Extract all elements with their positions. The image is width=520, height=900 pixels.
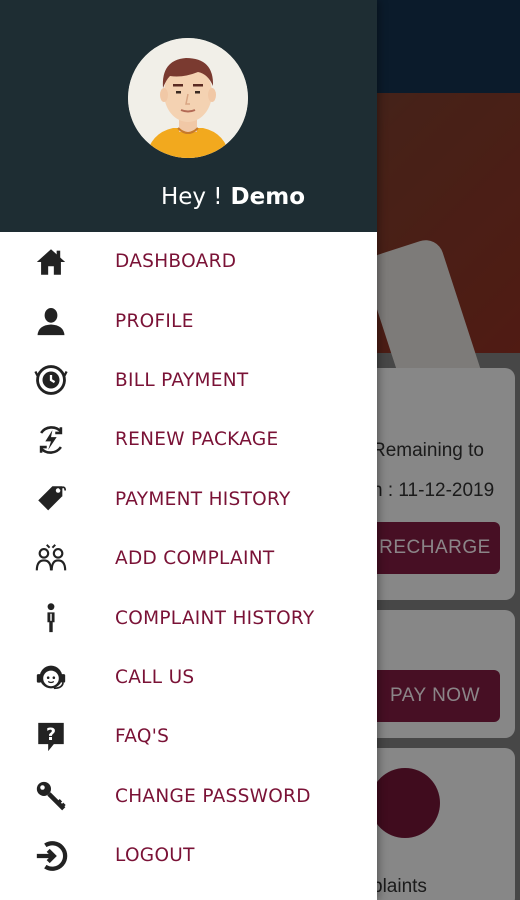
home-icon — [32, 243, 70, 281]
greeting-text: Hey ! — [160, 184, 223, 210]
menu-item-payment-history[interactable]: PAYMENT HISTORY — [0, 470, 377, 529]
menu-item-logout[interactable]: LOGOUT — [0, 826, 377, 885]
greeting: Hey ! Demo — [0, 184, 305, 210]
menu-label-add-complaint: ADD COMPLAINT — [115, 548, 275, 570]
bill-clock-icon — [32, 361, 70, 399]
menu-label-call-us: CALL US — [115, 666, 195, 688]
standing-person-icon — [32, 599, 70, 637]
renew-bolt-icon — [32, 421, 70, 459]
headset-icon — [32, 658, 70, 696]
menu-label-logout: LOGOUT — [115, 845, 195, 867]
person-icon — [32, 302, 70, 340]
menu-label-complaint-history: COMPLAINT HISTORY — [115, 607, 315, 629]
menu-label-faqs: FAQ'S — [115, 726, 170, 748]
menu-label-dashboard: DASHBOARD — [115, 251, 237, 273]
drawer-header: Hey ! Demo — [0, 0, 377, 232]
menu-label-change-password: CHANGE PASSWORD — [115, 785, 311, 807]
navigation-drawer: Hey ! Demo DASHBOARD PROFILE BILL PAYMENT — [0, 0, 377, 900]
menu-item-faqs[interactable]: ? FAQ'S — [0, 707, 377, 766]
menu-item-change-password[interactable]: CHANGE PASSWORD — [0, 767, 377, 826]
tag-icon — [32, 480, 70, 518]
logout-icon — [32, 837, 70, 875]
user-name: Demo — [230, 184, 305, 210]
menu-item-complaint-history[interactable]: COMPLAINT HISTORY — [0, 588, 377, 647]
avatar-illustration — [128, 38, 248, 158]
menu-label-renew-package: RENEW PACKAGE — [115, 429, 279, 451]
menu-label-profile: PROFILE — [115, 310, 194, 332]
question-bubble-icon: ? — [32, 718, 70, 756]
key-icon — [32, 777, 70, 815]
complaint-people-icon — [32, 540, 70, 578]
svg-text:?: ? — [46, 725, 56, 745]
menu-item-dashboard[interactable]: DASHBOARD — [0, 232, 377, 291]
menu-item-call-us[interactable]: CALL US — [0, 648, 377, 707]
menu-label-bill-payment: BILL PAYMENT — [115, 369, 249, 391]
menu-label-payment-history: PAYMENT HISTORY — [115, 488, 291, 510]
menu-item-add-complaint[interactable]: ADD COMPLAINT — [0, 529, 377, 588]
menu-item-bill-payment[interactable]: BILL PAYMENT — [0, 351, 377, 410]
avatar — [128, 38, 248, 158]
menu-item-renew-package[interactable]: RENEW PACKAGE — [0, 410, 377, 469]
menu-item-profile[interactable]: PROFILE — [0, 291, 377, 350]
drawer-menu: DASHBOARD PROFILE BILL PAYMENT RENEW PAC… — [0, 232, 377, 885]
